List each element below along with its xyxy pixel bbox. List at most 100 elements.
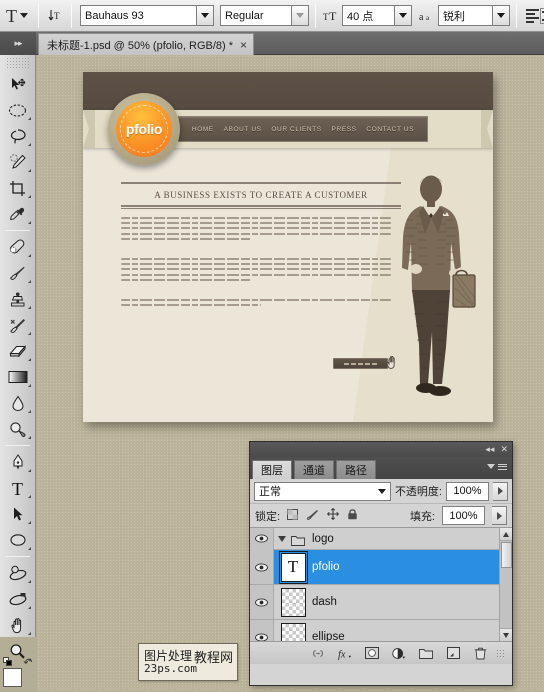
font-size-dropdown-arrow[interactable] bbox=[395, 5, 412, 26]
3d-orbit-camera-tool[interactable] bbox=[3, 586, 33, 612]
panel-titlebar[interactable]: ◂◂ ✕ bbox=[250, 442, 512, 457]
foreground-color-swatch[interactable] bbox=[2, 668, 22, 687]
lasso-tool[interactable] bbox=[3, 123, 33, 149]
fill-input[interactable]: 100% bbox=[442, 506, 485, 525]
scroll-down-button[interactable] bbox=[499, 628, 512, 641]
nav-item-press[interactable]: PRESS bbox=[332, 126, 357, 133]
anti-alias-dropdown-arrow[interactable] bbox=[493, 5, 510, 26]
layer-visibility-toggle[interactable] bbox=[250, 620, 274, 641]
opacity-input[interactable]: 100% bbox=[446, 481, 489, 501]
font-family-value[interactable]: Bauhaus 93 bbox=[80, 5, 197, 26]
hand-tool[interactable] bbox=[3, 612, 33, 638]
svg-text:fx: fx bbox=[338, 649, 346, 660]
layer-list-scrollbar[interactable] bbox=[499, 528, 512, 641]
tab-paths[interactable]: 路径 bbox=[336, 460, 376, 479]
nav-item-contact-us[interactable]: CONTACT US bbox=[366, 126, 414, 133]
brush-tool[interactable] bbox=[3, 260, 33, 286]
dodge-tool[interactable] bbox=[3, 416, 33, 442]
font-size-icon: T T bbox=[322, 4, 342, 28]
font-size-combo[interactable]: 40 点 bbox=[342, 5, 412, 26]
tools-panel-grip[interactable] bbox=[6, 57, 29, 68]
layer-style-fx-icon[interactable]: fx bbox=[338, 646, 352, 660]
svg-text:a: a bbox=[426, 14, 430, 22]
chevron-down-icon[interactable] bbox=[20, 13, 28, 18]
tab-layers[interactable]: 图层 bbox=[252, 460, 292, 479]
panel-menu-icon[interactable] bbox=[487, 462, 507, 471]
align-center-icon[interactable] bbox=[540, 7, 544, 24]
blend-mode-value: 正常 bbox=[259, 486, 281, 498]
text-tool-icon[interactable]: T bbox=[2, 7, 32, 25]
horizontal-type-tool[interactable]: T bbox=[3, 475, 33, 501]
lock-image-pixels-icon[interactable] bbox=[306, 507, 319, 525]
font-family-dropdown-arrow[interactable] bbox=[197, 5, 214, 26]
eyedropper-tool[interactable] bbox=[3, 201, 33, 227]
tab-channels[interactable]: 通道 bbox=[294, 460, 334, 479]
layer-group-row[interactable]: logo bbox=[250, 528, 512, 550]
align-left-icon[interactable] bbox=[523, 8, 539, 23]
panel-collapse-icon[interactable]: ◂◂ bbox=[485, 445, 494, 454]
anti-alias-value[interactable]: 锐利 bbox=[438, 5, 493, 26]
layer-row-pfolio[interactable]: T pfolio bbox=[250, 550, 512, 585]
close-icon[interactable]: × bbox=[240, 39, 247, 51]
font-family-combo[interactable]: Bauhaus 93 bbox=[80, 5, 214, 26]
elliptical-marquee-tool[interactable] bbox=[3, 97, 33, 123]
path-selection-tool[interactable] bbox=[3, 501, 33, 527]
3d-rotate-tool[interactable] bbox=[3, 560, 33, 586]
opacity-slider-button[interactable] bbox=[493, 481, 508, 501]
healing-brush-tool[interactable] bbox=[3, 234, 33, 260]
site-logo[interactable]: pfolio bbox=[108, 93, 180, 165]
nav-item-our-clients[interactable]: OUR CLIENTS bbox=[271, 126, 321, 133]
scrollbar-thumb[interactable] bbox=[500, 542, 512, 568]
fill-slider-button[interactable] bbox=[492, 506, 507, 525]
site-navigation[interactable]: HOME ABOUT US OUR CLIENTS PRESS CONTACT … bbox=[178, 116, 428, 142]
crop-tool[interactable] bbox=[3, 175, 33, 201]
panel-tab-strip: 图层 通道 路径 bbox=[250, 457, 512, 479]
layers-panel[interactable]: ◂◂ ✕ 图层 通道 路径 正常 不透明度: 100% 锁定: 填充: 100%… bbox=[249, 441, 513, 686]
nav-item-about-us[interactable]: ABOUT US bbox=[224, 126, 262, 133]
nav-item-home[interactable]: HOME bbox=[192, 126, 214, 133]
layer-list[interactable]: logo T pfolio dash ellipse bbox=[250, 528, 512, 641]
anti-alias-combo[interactable]: 锐利 bbox=[438, 5, 510, 26]
panel-close-icon[interactable]: ✕ bbox=[500, 445, 508, 454]
font-size-value[interactable]: 40 点 bbox=[342, 5, 395, 26]
svg-text:T: T bbox=[12, 479, 23, 498]
pen-tool[interactable] bbox=[3, 449, 33, 475]
color-swatches: ↶ bbox=[2, 657, 33, 692]
history-brush-tool[interactable] bbox=[3, 312, 33, 338]
font-style-combo[interactable]: Regular bbox=[220, 5, 309, 26]
new-layer-icon[interactable] bbox=[446, 646, 460, 660]
swap-colors-icon[interactable]: ↶ bbox=[23, 656, 32, 669]
document-tab[interactable]: 未标题-1.psd @ 50% (pfolio, RGB/8) * × bbox=[38, 33, 255, 55]
scroll-up-button[interactable] bbox=[499, 528, 512, 541]
group-expand-arrow[interactable] bbox=[278, 535, 286, 542]
delete-layer-icon[interactable] bbox=[473, 646, 487, 660]
default-colors-icon[interactable] bbox=[2, 657, 12, 666]
lock-position-icon[interactable] bbox=[327, 507, 339, 525]
layer-mask-icon[interactable] bbox=[365, 646, 379, 660]
text-orientation-icon[interactable]: T bbox=[45, 4, 65, 28]
ellipse-shape-tool[interactable] bbox=[3, 527, 33, 553]
new-group-icon[interactable] bbox=[419, 646, 433, 660]
adjustment-layer-icon[interactable] bbox=[392, 646, 406, 660]
move-tool[interactable] bbox=[3, 71, 33, 97]
layer-visibility-toggle[interactable] bbox=[250, 550, 274, 584]
font-style-value[interactable]: Regular bbox=[220, 5, 292, 26]
blend-mode-select[interactable]: 正常 bbox=[254, 481, 391, 501]
blur-tool[interactable] bbox=[3, 390, 33, 416]
layer-row-dash[interactable]: dash bbox=[250, 585, 512, 620]
layer-visibility-toggle[interactable] bbox=[250, 585, 274, 619]
layer-visibility-toggle[interactable] bbox=[250, 528, 274, 550]
clone-stamp-tool[interactable] bbox=[3, 286, 33, 312]
collapse-panels-button[interactable]: ▸▸ bbox=[0, 32, 36, 55]
font-style-dropdown-arrow[interactable] bbox=[292, 5, 309, 26]
layer-row-ellipse[interactable]: ellipse bbox=[250, 620, 512, 641]
link-layers-icon[interactable] bbox=[311, 646, 325, 660]
psd-document[interactable]: HOME ABOUT US OUR CLIENTS PRESS CONTACT … bbox=[83, 72, 493, 422]
panel-resize-grip[interactable] bbox=[496, 648, 505, 658]
gradient-tool[interactable] bbox=[3, 364, 33, 390]
eraser-tool[interactable] bbox=[3, 338, 33, 364]
lock-transparent-pixels-icon[interactable] bbox=[287, 507, 299, 525]
lock-all-icon[interactable] bbox=[347, 507, 358, 525]
quick-selection-tool[interactable] bbox=[3, 149, 33, 175]
read-more-button[interactable] bbox=[333, 358, 388, 369]
